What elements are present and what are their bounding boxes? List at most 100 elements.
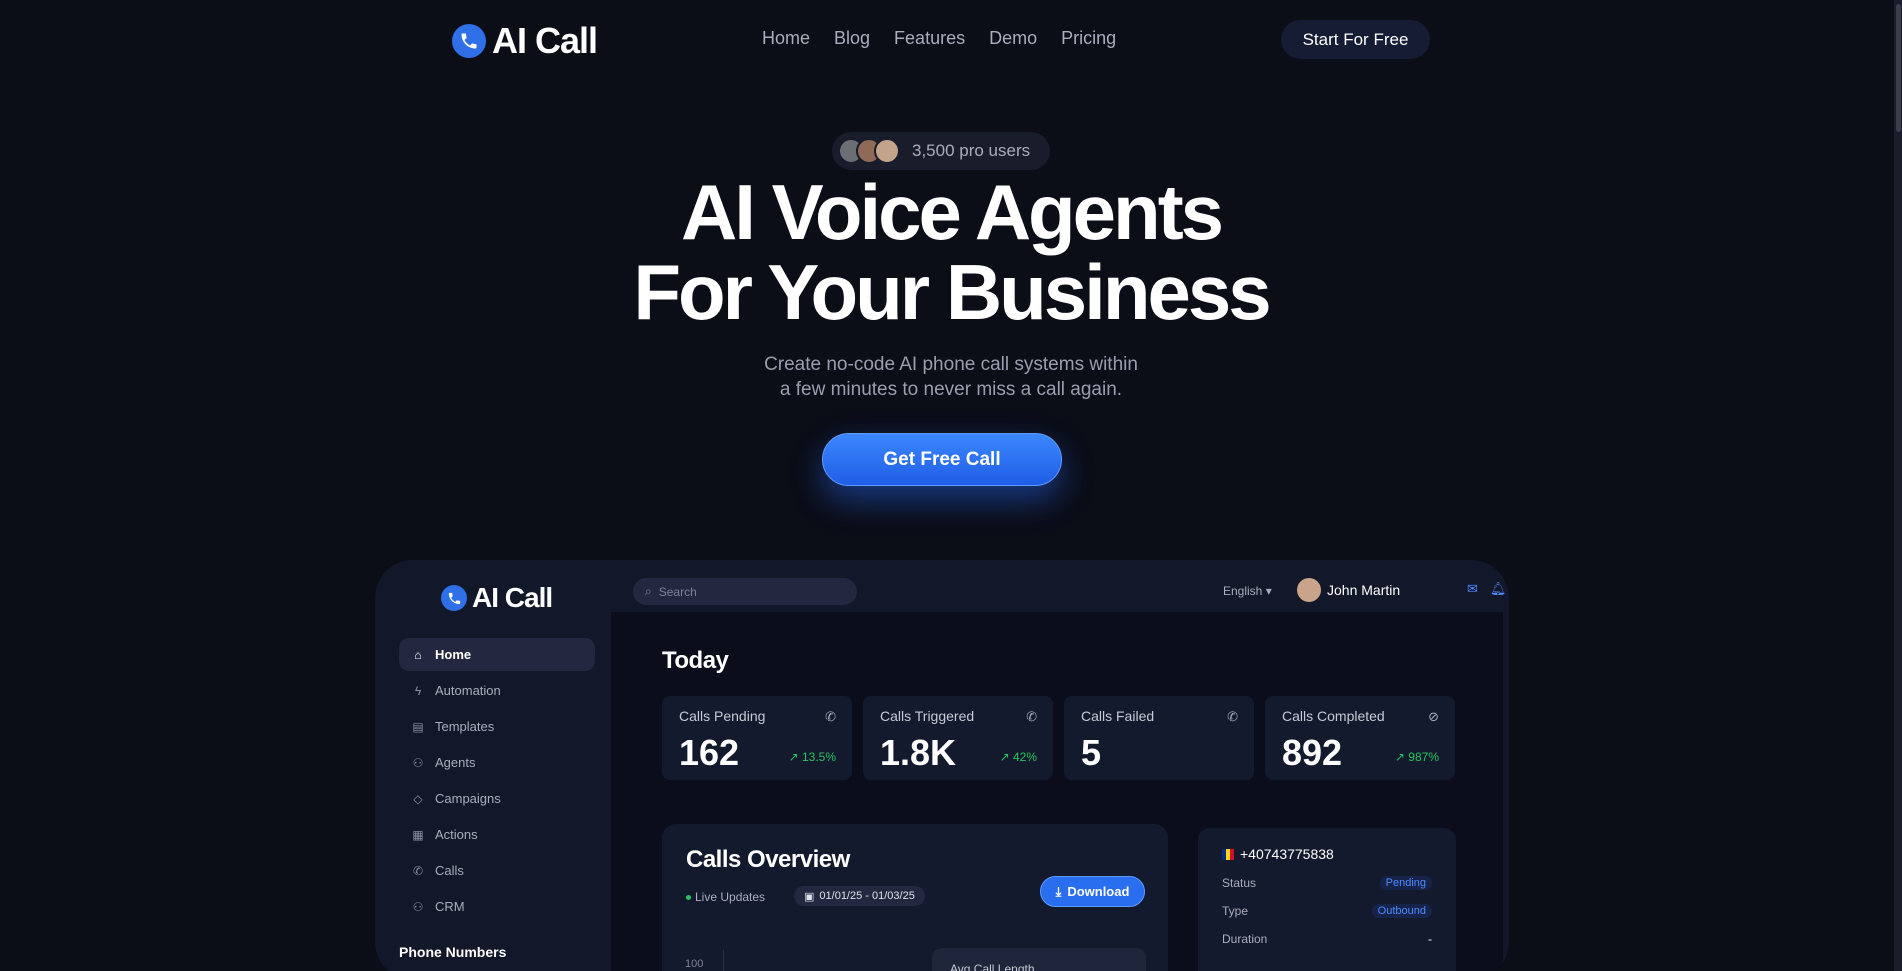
download-icon: ⤓ [1055,883,1062,899]
search-input[interactable]: ⌕ Search [633,578,857,605]
sidebar-item-automation[interactable]: ϟ Automation [399,674,595,707]
stat-change: ↗ 987% [1395,750,1439,764]
detail-label: Duration [1222,932,1268,946]
sidebar-item-actions[interactable]: ▦ Actions [399,818,595,851]
users-badge: 3,500 pro users [832,132,1050,170]
call-detail-card: +40743775838 Status Pending Type Outbound … [1198,828,1456,971]
nav-link-blog[interactable]: Blog [834,28,870,49]
stat-value: 162 [679,732,740,773]
detail-row-duration: Duration - [1222,932,1432,946]
start-for-free-button[interactable]: Start For Free [1281,20,1430,59]
live-updates-label: Live Updates [695,890,766,904]
sidebar-item-label: Campaigns [435,791,501,806]
sidebar-item-campaigns[interactable]: ◇ Campaigns [399,782,595,815]
chevron-down-icon: ▾ [1265,584,1272,598]
sidebar: ⌂ Home ϟ Automation ▤ Templates ⚇ Agents ◇ Ca… [399,638,595,971]
megaphone-icon: ◇ [413,791,423,806]
stat-change: ↗ 13.5% [789,750,836,764]
download-label: Download [1067,884,1130,899]
section-title-today: Today [662,647,729,674]
stat-label: Calls Pending [679,708,766,724]
date-range-picker[interactable]: ▣ 01/01/25 - 01/03/25 [794,886,925,906]
dashboard-topbar: ⌕ Search English ▾ John Martin ✉ 🔔︎ [611,560,1509,612]
stat-card-triggered: Calls Triggered ✆ 1.8K ↗ 42% [863,696,1053,780]
logo-text: AI Call [492,20,598,61]
sidebar-item-agents[interactable]: ⚇ Agents [399,746,595,779]
sidebar-item-label: Home [435,647,472,662]
stat-change-value: 42% [1012,750,1037,764]
sidebar-item-label: Templates [435,719,495,734]
stat-value: 892 [1282,732,1343,773]
page-scrollbar[interactable] [1894,0,1902,971]
mail-icon[interactable]: ✉ [1467,581,1478,597]
sidebar-item-crm[interactable]: ⚇ CRM [399,890,595,923]
stat-change-value: 13.5% [801,750,836,764]
detail-row-type: Type Outbound [1222,904,1432,918]
stat-value: 1.8K [880,732,957,773]
language-value: English [1223,584,1263,598]
sidebar-item-label: Agents [435,755,476,770]
phone-icon [452,24,486,58]
bell-icon[interactable]: 🔔︎ [1490,581,1507,597]
nav-link-features[interactable]: Features [894,28,965,49]
user-name: John Martin [1327,582,1401,598]
phone-icon: ✆ [412,863,424,878]
chart-axis-label: 100 [685,958,704,970]
search-icon: ⌕ [645,584,652,598]
contacts-icon: ⚇ [412,899,424,914]
site-logo[interactable]: AI Call [452,20,598,62]
stat-change-value: 987% [1408,750,1439,764]
top-nav: AI Call Home Blog Features Demo Pricing … [0,0,1902,78]
date-range-value: 01/01/25 - 01/03/25 [819,890,915,902]
scrollbar-thumb[interactable] [1896,4,1901,132]
nav-link-pricing[interactable]: Pricing [1061,28,1116,49]
phone-number: +40743775838 [1222,846,1432,862]
users-count: 3,500 pro users [912,141,1031,160]
phone-icon: ✆ [825,709,836,724]
type-badge: Outbound [1371,904,1432,918]
building-icon: ▦ [412,827,424,842]
search-placeholder: Search [658,584,697,599]
top-icons: ✉ 🔔︎ [1467,581,1506,597]
dashboard-preview: AI Call ⌂ Home ϟ Automation ▤ Templates ⚇ Ag… [375,560,1509,971]
stat-card-completed: Calls Completed ⊘ 892 ↗ 987% [1265,696,1455,780]
stat-card-pending: Calls Pending ✆ 162 ↗ 13.5% [662,696,852,780]
nav-links: Home Blog Features Demo Pricing [762,28,1116,49]
nav-link-demo[interactable]: Demo [989,28,1037,49]
sidebar-item-home[interactable]: ⌂ Home [399,638,595,671]
stat-value: 5 [1081,732,1102,773]
calls-overview-title: Calls Overview [686,846,850,873]
nav-link-home[interactable]: Home [762,28,810,49]
avatar [874,138,900,164]
stat-label: Calls Completed [1282,708,1385,724]
phone-icon [441,585,467,611]
sidebar-item-label: CRM [435,899,465,914]
get-free-call-button[interactable]: Get Free Call [822,433,1062,486]
language-select[interactable]: English ▾ [1223,584,1272,598]
sidebar-section-phone-numbers: Phone Numbers [399,943,507,960]
status-badge: Pending [1379,876,1432,890]
hero-title-line1: AI Voice Agents [680,168,1224,256]
users-icon: ⚇ [412,755,424,770]
sidebar-item-templates[interactable]: ▤ Templates [399,710,595,743]
user-menu[interactable]: John Martin [1297,578,1400,602]
phone-icon: ✆ [1026,709,1037,724]
stat-card-failed: Calls Failed ✆ 5 [1064,696,1254,780]
check-circle-icon: ⊘ [1428,709,1439,724]
sidebar-item-label: Automation [435,683,501,698]
dashboard-main: Today Calls Pending ✆ 162 ↗ 13.5% Calls … [611,612,1503,971]
detail-label: Type [1222,904,1249,918]
phone-icon: ✆ [1227,709,1238,724]
detail-label: Status [1222,876,1257,890]
user-avatars [838,138,900,164]
avatar [1297,578,1321,602]
template-icon: ▤ [412,719,424,734]
stat-label: Calls Triggered [880,708,975,724]
logo-text: AI Call [472,582,553,613]
romania-flag-icon [1222,848,1234,860]
download-button[interactable]: ⤓ Download [1040,876,1145,907]
trend-up-icon: ↗ [1394,750,1405,764]
sidebar-item-calls[interactable]: ✆ Calls [399,854,595,887]
calendar-icon: ▣ [804,890,815,903]
hero-subtitle-line2: a few minutes to never miss a call again… [779,379,1123,400]
